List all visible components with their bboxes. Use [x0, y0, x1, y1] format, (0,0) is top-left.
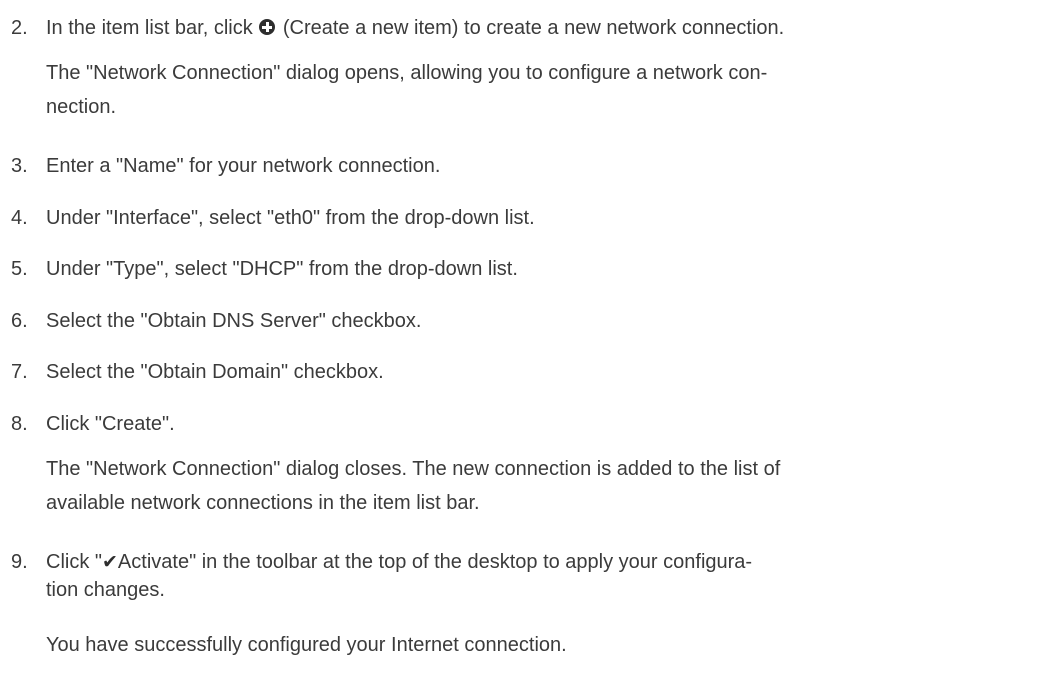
step-text: Select the "Obtain Domain" checkbox.	[46, 361, 384, 383]
step-number: 5.	[11, 258, 28, 280]
step-text: Click "✔Activate" in the toolbar at the …	[46, 550, 752, 575]
step-number: 9.	[11, 551, 28, 573]
step-text: In the item list bar, click (Create a ne…	[46, 16, 784, 40]
result-line: You have successfully configured your In…	[46, 634, 567, 656]
result-line: available network connections in the ite…	[46, 492, 480, 514]
step-9-result: You have successfully configured your In…	[46, 633, 567, 657]
step-text: Under "Type", select "DHCP" from the dro…	[46, 258, 518, 280]
step-text-post: (Create a new item) to create a new netw…	[277, 17, 785, 39]
step-number: 3.	[11, 155, 28, 177]
checkmark-icon: ✔	[102, 552, 118, 573]
step-text-pre: Click "	[46, 551, 102, 573]
step-2-result: The "Network Connection" dialog opens, a…	[46, 56, 767, 124]
step-text-pre: In the item list bar, click	[46, 17, 259, 39]
step-text: Under "Interface", select "eth0" from th…	[46, 207, 535, 229]
step-number: 2.	[11, 17, 28, 39]
step-9-continuation: tion changes.	[46, 578, 165, 602]
step-number: 6.	[11, 310, 28, 332]
step-text: Click "Create".	[46, 413, 175, 435]
step-text-line2: tion changes.	[46, 579, 165, 601]
result-line: nection.	[46, 96, 117, 118]
result-line: The "Network Connection" dialog opens, a…	[46, 62, 768, 84]
step-number: 8.	[11, 413, 28, 435]
plus-circle-icon	[259, 19, 276, 35]
result-line: The "Network Connection" dialog closes. …	[46, 458, 781, 480]
step-number: 4.	[11, 207, 28, 229]
step-8-result: The "Network Connection" dialog closes. …	[46, 452, 780, 520]
step-text: Select the "Obtain DNS Server" checkbox.	[46, 310, 422, 332]
step-number: 7.	[11, 361, 28, 383]
step-text-mid: Activate" in the toolbar at the top of t…	[117, 551, 753, 573]
step-text: Enter a "Name" for your network connecti…	[46, 155, 441, 177]
